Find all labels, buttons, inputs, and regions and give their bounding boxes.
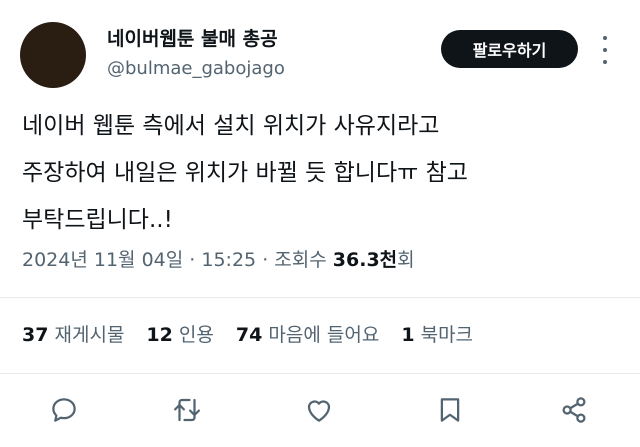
stat-reposts[interactable]: 37 재게시물 [22,320,124,347]
stat-label: 재게시물 [54,324,125,346]
stat-count: 74 [235,324,263,346]
reply-icon[interactable] [48,394,80,426]
tweet-date[interactable]: 2024년 11월 04일 [22,249,183,271]
avatar[interactable] [20,22,86,88]
tweet-meta: 2024년 11월 04일 · 15:25 · 조회수 36.3천회 [22,245,415,272]
stat-count: 37 [22,324,49,346]
more-options-icon[interactable] [597,36,613,64]
engagement-stats: 37 재게시물 12 인용 74 마음에 들어요 1 북마크 [22,320,473,347]
views-label: 조회수 [274,249,327,271]
author-display-name[interactable]: 네이버웹툰 불매 총공 [107,24,278,51]
bookmark-icon[interactable] [434,394,466,426]
heart-icon[interactable] [303,394,335,426]
stat-count: 1 [401,324,415,346]
divider [0,297,640,298]
meta-separator: · [262,249,269,271]
stat-count: 12 [146,324,173,346]
tweet-text: 네이버 웹툰 측에서 설치 위치가 사유지라고 주장하여 내일은 위치가 바뀔 … [22,103,622,244]
stat-label: 북마크 [420,324,474,346]
stat-label: 인용 [178,324,214,346]
tweet-text-line: 주장하여 내일은 위치가 바뀔 듯 합니다ㅠ 참고 [22,160,468,186]
follow-button[interactable]: 팔로우하기 [441,30,578,68]
tweet-text-line: 부탁드립니다..! [22,207,173,233]
divider [0,373,640,374]
stat-likes[interactable]: 74 마음에 들어요 [236,320,379,347]
tweet-time[interactable]: 15:25 [201,249,256,271]
stat-quotes[interactable]: 12 인용 [146,320,213,347]
action-bar [0,390,640,430]
stat-label: 마음에 들어요 [268,324,380,346]
views-count: 36.3천 [332,249,398,271]
author-handle[interactable]: @bulmae_gabojago [107,58,285,79]
views-suffix: 회 [397,249,415,271]
stat-bookmarks[interactable]: 1 북마크 [401,320,473,347]
repost-icon[interactable] [171,394,203,426]
meta-separator: · [189,249,196,271]
tweet-text-line: 네이버 웹툰 측에서 설치 위치가 사유지라고 [22,113,440,139]
share-icon[interactable] [558,394,590,426]
